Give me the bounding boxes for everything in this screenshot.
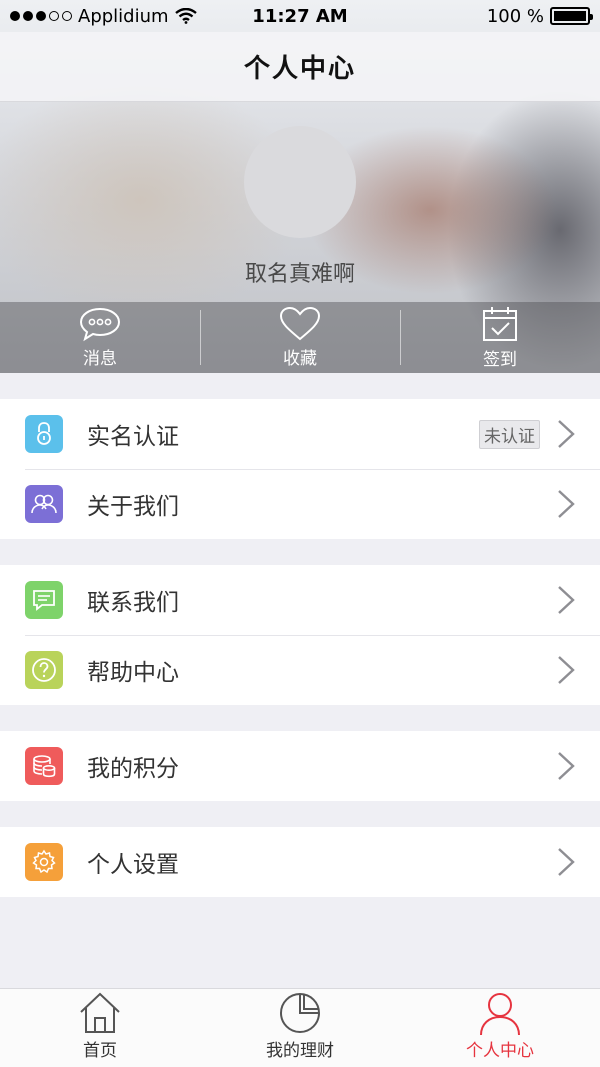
menu-item-label: 帮助中心 [87,660,179,686]
group-icon [25,485,63,523]
carrier-label: Applidium [78,5,169,27]
signal-icon [10,11,72,21]
tab-home-label: 首页 [83,1041,117,1061]
lock-icon [25,415,63,453]
menu-item-label: 联系我们 [87,590,179,616]
checkin-label: 签到 [483,350,517,370]
tab-home[interactable]: 首页 [0,989,200,1067]
status-badge: 未认证 [479,419,540,449]
message-icon [79,307,121,342]
status-bar: Applidium 11:27 AM 100 % [0,0,600,32]
tab-bar: 首页 我的理财 个人中心 [0,988,600,1067]
avatar[interactable] [244,126,356,238]
tab-finance[interactable]: 我的理财 [200,989,400,1067]
chevron-right-icon [558,752,575,780]
messages-label: 消息 [83,349,117,369]
status-right: 100 % [486,5,593,27]
calendar-check-icon [483,307,517,341]
battery-icon [550,7,593,25]
checkin-button[interactable]: 签到 [400,302,600,373]
chevron-right-icon [558,656,575,684]
coins-icon [25,747,63,785]
menu-group-account: 实名认证 未认证 关于我们 [0,399,600,539]
favorites-button[interactable]: 收藏 [200,302,400,373]
menu-group-points: 我的积分 [0,731,600,801]
menu-item-settings[interactable]: 个人设置 [0,827,600,897]
menu-group-settings: 个人设置 [0,827,600,897]
question-icon [25,651,63,689]
wifi-icon [174,8,197,24]
menu-item-points[interactable]: 我的积分 [0,731,600,801]
status-left: Applidium [10,6,197,27]
menu-item-help[interactable]: 帮助中心 [0,635,600,705]
menu-item-contact[interactable]: 联系我们 [0,565,600,635]
menu-item-about[interactable]: 关于我们 [0,469,600,539]
menu-item-label: 我的积分 [87,756,179,782]
chevron-right-icon [558,848,575,876]
profile-header: Applidium 11:27 AM 100 % 个人中心 取名真难啊 消息 收… [0,0,600,373]
home-icon [80,992,120,1033]
action-bar: 消息 收藏 签到 [0,302,600,373]
tab-finance-label: 我的理财 [266,1041,334,1061]
menu-item-label: 个人设置 [87,852,179,878]
chevron-right-icon [558,586,575,614]
menu-item-label: 实名认证 [87,424,179,450]
chevron-right-icon [558,420,575,448]
messages-button[interactable]: 消息 [0,302,200,373]
tab-profile-label: 个人中心 [466,1041,534,1061]
chat-icon [25,581,63,619]
menu-item-real-name[interactable]: 实名认证 未认证 [0,399,600,469]
gear-icon [25,843,63,881]
menu-group-support: 联系我们 帮助中心 [0,565,600,705]
tab-profile[interactable]: 个人中心 [400,989,600,1067]
chevron-right-icon [558,490,575,518]
username[interactable]: 取名真难啊 [0,256,600,288]
page-title: 个人中心 [243,54,356,84]
nav-bar: 个人中心 [0,32,600,102]
battery-label: 100 % [486,5,544,27]
menu-item-label: 关于我们 [87,494,179,520]
heart-icon [279,306,321,341]
user-icon [480,993,520,1036]
favorites-label: 收藏 [283,349,317,369]
pie-chart-icon [280,993,320,1033]
